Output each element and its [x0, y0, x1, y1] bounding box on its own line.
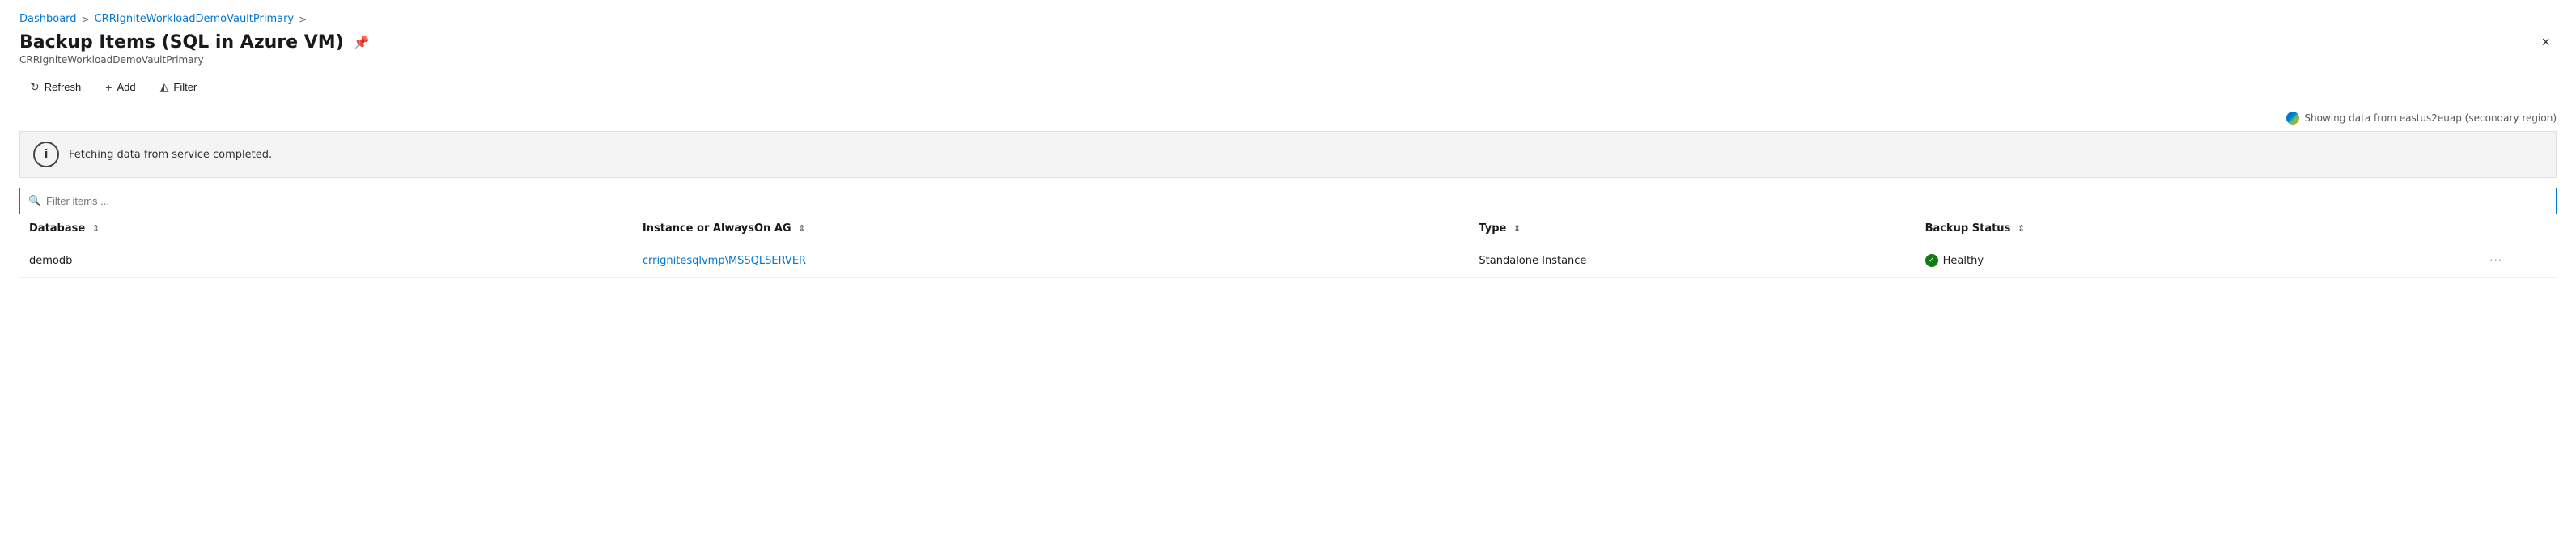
- more-actions-button[interactable]: ···: [2483, 252, 2509, 269]
- page-title: Backup Items (SQL in Azure VM): [19, 32, 344, 53]
- add-label: Add: [117, 81, 135, 93]
- col-header-actions: [2473, 214, 2557, 243]
- filter-input-wrapper: 🔍: [19, 188, 2557, 214]
- col-header-status[interactable]: Backup Status ⇕: [1916, 214, 2473, 243]
- col-header-database[interactable]: Database ⇕: [19, 214, 633, 243]
- breadcrumb-dashboard[interactable]: Dashboard: [19, 13, 77, 25]
- search-icon: 🔍: [28, 195, 41, 207]
- status-healthy-icon: [1925, 254, 1938, 267]
- col-header-instance[interactable]: Instance or AlwaysOn AG ⇕: [633, 214, 1470, 243]
- filter-label: Filter: [173, 81, 197, 93]
- page-header: Backup Items (SQL in Azure VM) 📌 ×: [19, 32, 2557, 53]
- filter-button[interactable]: ◭ Filter: [150, 75, 208, 99]
- page-header-left: Backup Items (SQL in Azure VM) 📌: [19, 32, 370, 53]
- filter-input[interactable]: [20, 188, 2556, 214]
- cell-status: Healthy: [1916, 243, 2473, 278]
- refresh-label: Refresh: [45, 81, 82, 93]
- region-text: Showing data from eastus2euap (secondary…: [2304, 112, 2557, 124]
- breadcrumb-sep-1: >: [82, 14, 90, 25]
- breadcrumb-vault[interactable]: CRRIgniteWorkloadDemoVaultPrimary: [95, 13, 295, 25]
- breadcrumb: Dashboard > CRRIgniteWorkloadDemoVaultPr…: [19, 13, 2557, 25]
- filter-icon: ◭: [160, 80, 169, 94]
- sort-icon-instance: ⇕: [798, 223, 805, 234]
- region-bar: Showing data from eastus2euap (secondary…: [19, 112, 2557, 125]
- breadcrumb-sep-2: >: [299, 14, 307, 25]
- pin-icon[interactable]: 📌: [354, 35, 370, 50]
- sort-icon-status: ⇕: [2018, 223, 2025, 234]
- status-label: Healthy: [1943, 255, 1984, 267]
- close-button[interactable]: ×: [2535, 32, 2557, 53]
- globe-icon: [2286, 112, 2299, 125]
- backup-items-table: Database ⇕ Instance or AlwaysOn AG ⇕ Typ…: [19, 214, 2557, 278]
- info-icon: i: [33, 142, 59, 167]
- instance-link[interactable]: crrignitesqlvmp\MSSQLSERVER: [643, 255, 806, 267]
- toolbar: ↻ Refresh + Add ◭ Filter: [19, 75, 2557, 99]
- table-row: demodb crrignitesqlvmp\MSSQLSERVER Standal…: [19, 243, 2557, 278]
- cell-instance: crrignitesqlvmp\MSSQLSERVER: [633, 243, 1470, 278]
- add-icon: +: [105, 81, 112, 94]
- info-bar: i Fetching data from service completed.: [19, 131, 2557, 178]
- add-button[interactable]: + Add: [95, 76, 146, 99]
- cell-database: demodb: [19, 243, 633, 278]
- refresh-button[interactable]: ↻ Refresh: [19, 75, 91, 99]
- sort-icon-type: ⇕: [1513, 223, 1521, 234]
- refresh-icon: ↻: [30, 80, 40, 94]
- table-header-row: Database ⇕ Instance or AlwaysOn AG ⇕ Typ…: [19, 214, 2557, 243]
- page-subtitle: CRRIgniteWorkloadDemoVaultPrimary: [19, 54, 2557, 66]
- sort-icon-database: ⇕: [92, 223, 100, 234]
- info-message: Fetching data from service completed.: [69, 149, 272, 161]
- cell-type: Standalone Instance: [1469, 243, 1915, 278]
- col-header-type[interactable]: Type ⇕: [1469, 214, 1915, 243]
- cell-more-actions: ···: [2473, 243, 2557, 278]
